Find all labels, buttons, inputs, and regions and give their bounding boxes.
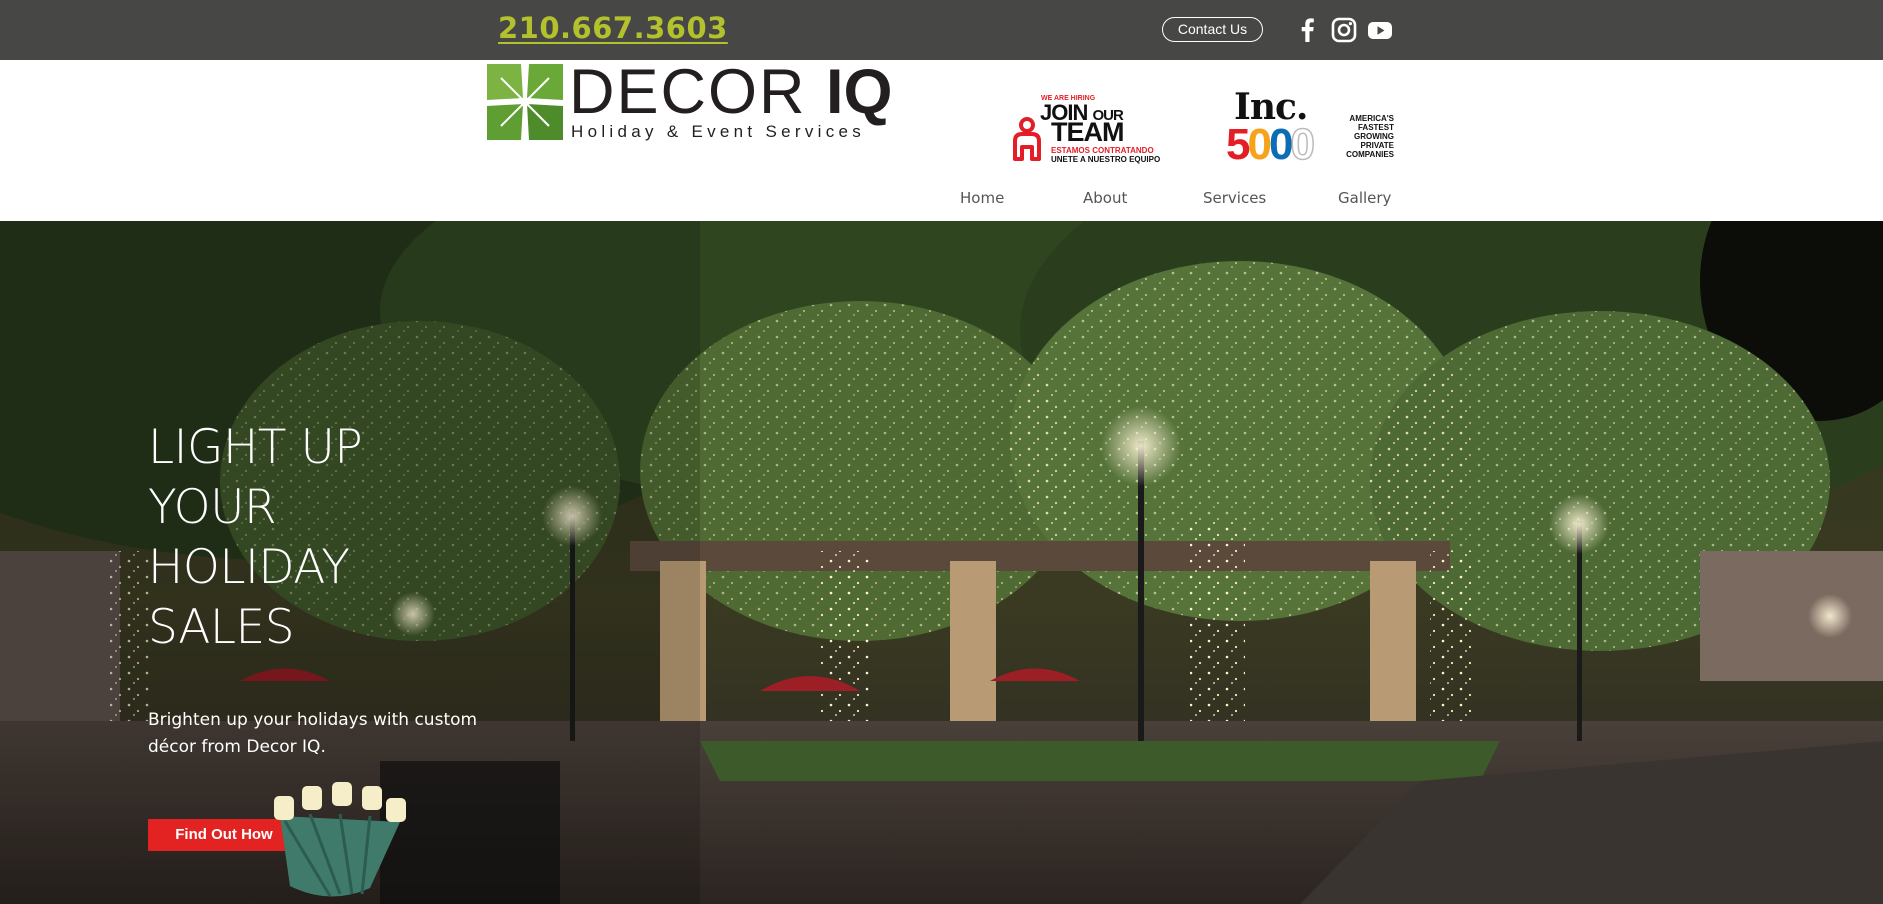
hero-title: LIGHT UP YOUR HOLIDAY SALES [148, 420, 363, 655]
site-header [0, 60, 1883, 221]
logo-wordmark: DECOR IQ [569, 57, 893, 127]
join-badge-line2: TEAM [1051, 117, 1124, 147]
nav-gallery[interactable]: Gallery [1338, 189, 1391, 207]
decor-iq-logo[interactable]: DECOR IQ Holiday & Event Services [487, 57, 893, 142]
nav-services[interactable]: Services [1203, 189, 1266, 207]
top-bar: 210.667.3603 Contact Us [0, 0, 1883, 60]
hero-subtitle: Brighten up your holidays with custom dé… [148, 710, 478, 757]
nav-about[interactable]: About [1083, 189, 1127, 207]
join-badge-spanish-1: ESTAMOS CONTRATANDO [1051, 146, 1154, 155]
join-our-team-badge[interactable]: WE ARE HIRING JOIN OUR TEAM ESTAMOS CONT… [1011, 95, 1160, 167]
logo-tagline: Holiday & Event Services [571, 122, 866, 141]
inc-5000-number: 5000 [1226, 119, 1316, 170]
contact-us-button[interactable]: Contact Us [1162, 17, 1263, 42]
light-bulbs-icon [274, 782, 406, 897]
phone-link[interactable]: 210.667.3603 [498, 11, 728, 45]
instagram-icon[interactable] [1330, 16, 1358, 44]
facebook-icon[interactable] [1294, 16, 1322, 44]
inc-description: AMERICA'S FASTEST GROWING PRIVATE COMPAN… [1346, 114, 1394, 159]
hero-section: LIGHT UP YOUR HOLIDAY SALES Brighten up … [0, 221, 1883, 904]
logo-leaf-icon [487, 64, 563, 140]
inc-5000-badge[interactable]: Inc. 5000 AMERICA'S FASTEST GROWING PRIV… [1224, 86, 1394, 172]
nav-home[interactable]: Home [960, 189, 1004, 207]
person-icon [1013, 117, 1041, 161]
join-badge-spanish-2: UNETE A NUESTRO EQUIPO [1051, 155, 1161, 164]
youtube-icon[interactable] [1366, 16, 1394, 44]
